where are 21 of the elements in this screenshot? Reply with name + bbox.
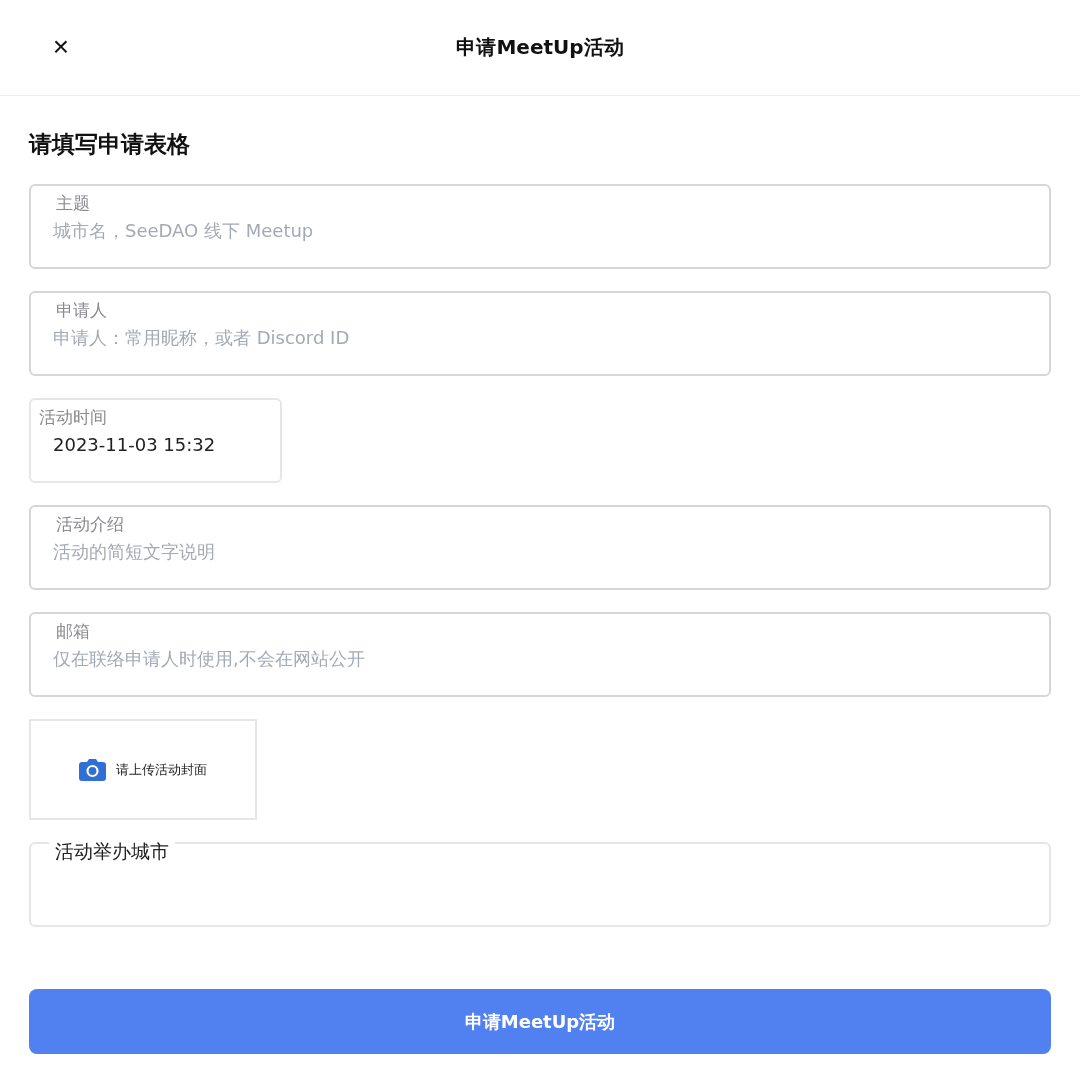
camera-icon — [79, 758, 106, 781]
field-label: 邮箱 — [56, 620, 91, 643]
text-field[interactable]: 邮箱 仅在联络申请人时使用,不会在网站公开 — [29, 612, 1051, 697]
upload-button[interactable]: 请上传活动封面 — [29, 719, 257, 820]
dialog-title: 申请MeetUp活动 — [456, 34, 624, 61]
text-input[interactable]: 城市名，SeeDAO 线下 Meetup — [53, 216, 1029, 244]
text-input[interactable]: 仅在联络申请人时使用,不会在网站公开 — [53, 644, 1029, 672]
field-label: 活动介绍 — [56, 513, 125, 536]
close-button[interactable]: × — [46, 32, 76, 62]
field-label: 申请人 — [56, 299, 108, 322]
text-field[interactable]: 申请人 申请人：常用昵称，或者 Discord ID — [29, 291, 1051, 376]
field-label: 主题 — [56, 192, 91, 215]
date-time-field[interactable]: 活动时间 2023-11-03 15:32 — [29, 398, 282, 483]
field-label: 活动时间 — [39, 406, 108, 429]
text-input[interactable]: 申请人：常用昵称，或者 Discord ID — [53, 323, 1029, 351]
submit-button[interactable]: 申请MeetUp活动 — [29, 989, 1051, 1054]
date-time-input[interactable]: 2023-11-03 15:32 — [39, 430, 260, 458]
form-heading: 请填写申请表格 — [29, 130, 191, 159]
text-input[interactable]: 活动的简短文字说明 — [53, 537, 1029, 565]
text-field[interactable]: 主题 城市名，SeeDAO 线下 Meetup — [29, 184, 1051, 269]
text-field[interactable]: 活动介绍 活动的简短文字说明 — [29, 505, 1051, 590]
